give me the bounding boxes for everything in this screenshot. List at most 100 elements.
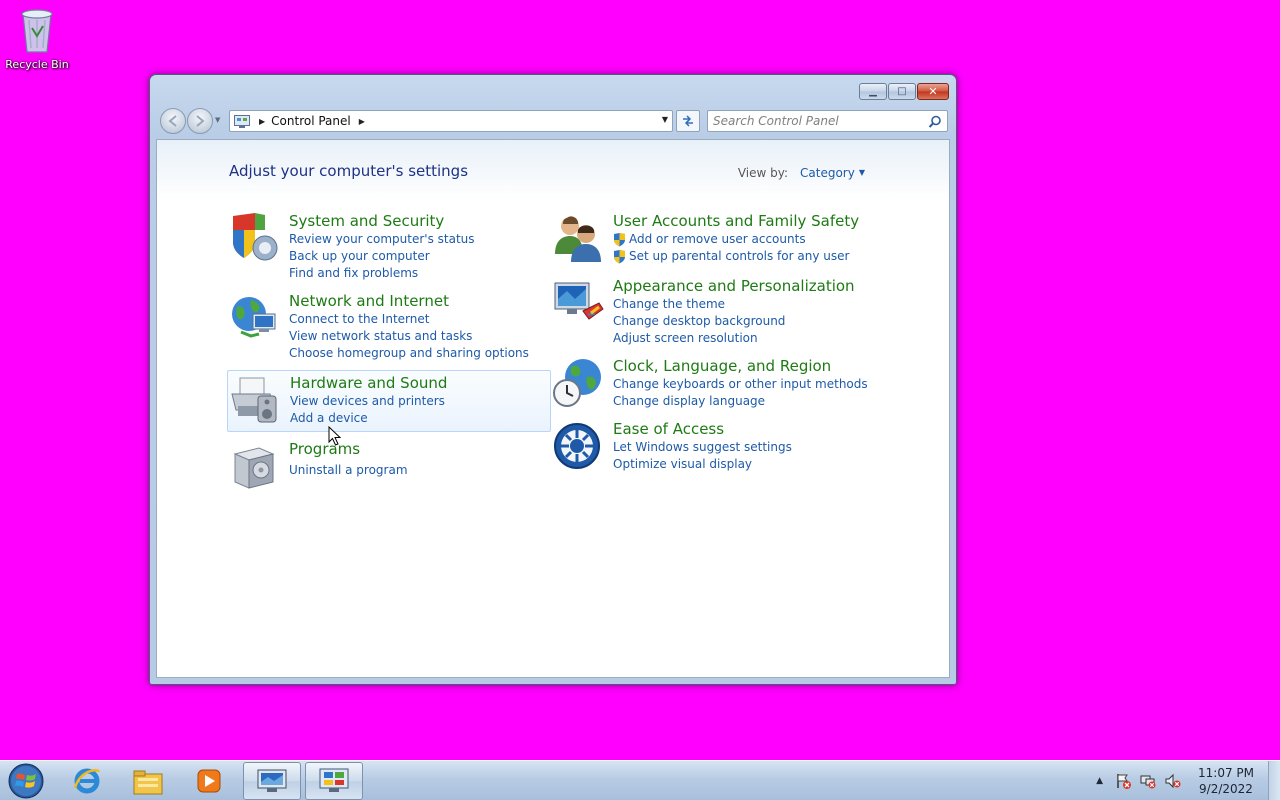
link-find-fix-problems[interactable]: Find and fix problems	[289, 265, 475, 282]
desktop-icon-label: Recycle Bin	[5, 58, 69, 71]
category-title[interactable]: Ease of Access	[613, 420, 792, 438]
forward-button[interactable]	[187, 108, 213, 134]
category-title[interactable]: Appearance and Personalization	[613, 277, 855, 295]
recycle-bin-icon	[21, 9, 53, 53]
category-ease-of-access: Ease of Access Let Windows suggest setti…	[553, 420, 792, 473]
link-change-display-language[interactable]: Change display language	[613, 393, 868, 410]
category-programs: Programs Uninstall a program	[229, 440, 408, 492]
link-let-windows-suggest[interactable]: Let Windows suggest settings	[613, 439, 792, 456]
content-pane: Adjust your computer's settings View by:…	[156, 139, 950, 678]
search-box[interactable]	[707, 110, 948, 132]
view-by-dropdown[interactable]: Category ▼	[800, 166, 865, 180]
category-user-accounts: User Accounts and Family Safety Add or r…	[553, 212, 859, 265]
link-parental-controls[interactable]: Set up parental controls for any user	[613, 248, 859, 265]
category-system-and-security: System and Security Review your computer…	[229, 212, 475, 282]
windows-logo-icon	[8, 763, 44, 799]
link-text: Add or remove user accounts	[629, 232, 806, 246]
category-title[interactable]: Programs	[289, 440, 408, 458]
taskbar-control-panel[interactable]	[305, 762, 363, 800]
category-title[interactable]: User Accounts and Family Safety	[613, 212, 859, 230]
link-text: Set up parental controls for any user	[629, 249, 850, 263]
volume-muted-icon[interactable]	[1165, 773, 1181, 789]
address-bar[interactable]: ▶ Control Panel ▶ ▼	[229, 110, 673, 132]
desktop-icon-recycle-bin[interactable]: Recycle Bin	[4, 6, 70, 71]
link-adjust-screen-resolution[interactable]: Adjust screen resolution	[613, 330, 855, 347]
category-appearance: Appearance and Personalization Change th…	[553, 277, 855, 347]
link-optimize-visual-display[interactable]: Optimize visual display	[613, 456, 792, 473]
category-title[interactable]: Clock, Language, and Region	[613, 357, 868, 375]
link-connect-internet[interactable]: Connect to the Internet	[289, 311, 529, 328]
page-title: Adjust your computer's settings	[229, 162, 469, 180]
link-add-remove-accounts[interactable]: Add or remove user accounts	[613, 231, 859, 248]
search-icon[interactable]	[928, 114, 942, 133]
network-icon[interactable]	[1140, 773, 1156, 789]
taskbar-file-explorer[interactable]	[119, 762, 177, 800]
view-by: View by: Category ▼	[738, 166, 865, 180]
start-button[interactable]	[6, 762, 46, 800]
category-title[interactable]: Network and Internet	[289, 292, 529, 310]
link-change-keyboards[interactable]: Change keyboards or other input methods	[613, 376, 868, 393]
chevron-down-icon: ▼	[858, 168, 865, 177]
link-change-desktop-background[interactable]: Change desktop background	[613, 313, 855, 330]
taskbar-media-player[interactable]	[180, 762, 238, 800]
uac-shield-icon	[614, 232, 625, 246]
users-icon[interactable]	[553, 212, 605, 264]
view-by-label: View by:	[737, 166, 789, 180]
link-uninstall-program[interactable]: Uninstall a program	[289, 462, 408, 479]
address-dropdown-icon[interactable]: ▼	[662, 115, 668, 124]
search-input[interactable]	[713, 113, 918, 129]
link-back-up-computer[interactable]: Back up your computer	[289, 248, 475, 265]
action-center-flag-icon[interactable]	[1115, 773, 1131, 789]
uac-shield-icon	[614, 249, 625, 263]
network-globe-icon[interactable]	[229, 292, 281, 344]
internet-explorer-icon	[73, 768, 101, 794]
clock[interactable]: 11:07 PM 9/2/2022	[1198, 765, 1254, 797]
caption-buttons: ▁ □ ✕	[859, 83, 949, 100]
link-review-computer-status[interactable]: Review your computer's status	[289, 231, 475, 248]
view-by-value: Category	[800, 166, 855, 180]
link-view-network-status[interactable]: View network status and tasks	[289, 328, 529, 345]
printer-icon[interactable]	[230, 374, 282, 426]
control-panel-small-icon	[233, 114, 251, 128]
clock-time: 11:07 PM	[1198, 766, 1254, 780]
refresh-icon	[683, 115, 693, 127]
media-player-icon	[197, 769, 221, 793]
link-change-theme[interactable]: Change the theme	[613, 296, 855, 313]
category-title[interactable]: System and Security	[289, 212, 475, 230]
category-title[interactable]: Hardware and Sound	[290, 374, 447, 392]
forward-arrow-icon	[196, 115, 205, 127]
shield-icon[interactable]	[229, 212, 281, 264]
breadcrumb-separator-icon[interactable]: ▶	[259, 117, 265, 126]
breadcrumb-separator-icon[interactable]: ▶	[359, 117, 365, 126]
category-hardware-and-sound: Hardware and Sound View devices and prin…	[227, 370, 551, 432]
clock-date: 9/2/2022	[1199, 782, 1253, 796]
back-arrow-icon	[168, 115, 177, 127]
navigation-bar: ▼ ▶ Control Panel ▶ ▼	[158, 107, 948, 135]
minimize-button[interactable]: ▁	[859, 83, 887, 100]
ease-of-access-icon[interactable]	[553, 420, 605, 472]
system-tray: ▲ 11:07 PM 9/2/2022	[1096, 761, 1280, 800]
taskbar-internet-explorer[interactable]	[58, 762, 116, 800]
mouse-cursor-icon	[328, 426, 342, 446]
link-homegroup-sharing[interactable]: Choose homegroup and sharing options	[289, 345, 529, 362]
clock-globe-icon[interactable]	[553, 357, 605, 409]
refresh-button[interactable]	[676, 110, 700, 132]
breadcrumb-control-panel[interactable]: Control Panel	[271, 114, 351, 128]
control-panel-icon	[319, 768, 349, 792]
link-add-device[interactable]: Add a device	[290, 410, 447, 427]
back-button[interactable]	[160, 108, 186, 134]
category-network-and-internet: Network and Internet Connect to the Inte…	[229, 292, 529, 362]
link-view-devices-printers[interactable]: View devices and printers	[290, 393, 447, 410]
category-clock-language-region: Clock, Language, and Region Change keybo…	[553, 357, 868, 410]
programs-box-icon[interactable]	[229, 440, 281, 492]
show-desktop-button[interactable]	[1268, 761, 1280, 800]
file-explorer-icon	[133, 770, 163, 795]
close-button[interactable]: ✕	[917, 83, 949, 100]
monitor-paint-icon[interactable]	[553, 277, 605, 329]
maximize-button[interactable]: □	[888, 83, 916, 100]
show-hidden-icons-button[interactable]: ▲	[1096, 776, 1103, 786]
taskbar-display-settings[interactable]	[243, 762, 301, 800]
display-settings-icon	[257, 769, 287, 792]
control-panel-window: ▁ □ ✕ ▼ ▶ Control Panel ▶ ▼ Search Contr…	[149, 74, 957, 685]
recent-pages-dropdown[interactable]: ▼	[215, 116, 220, 124]
